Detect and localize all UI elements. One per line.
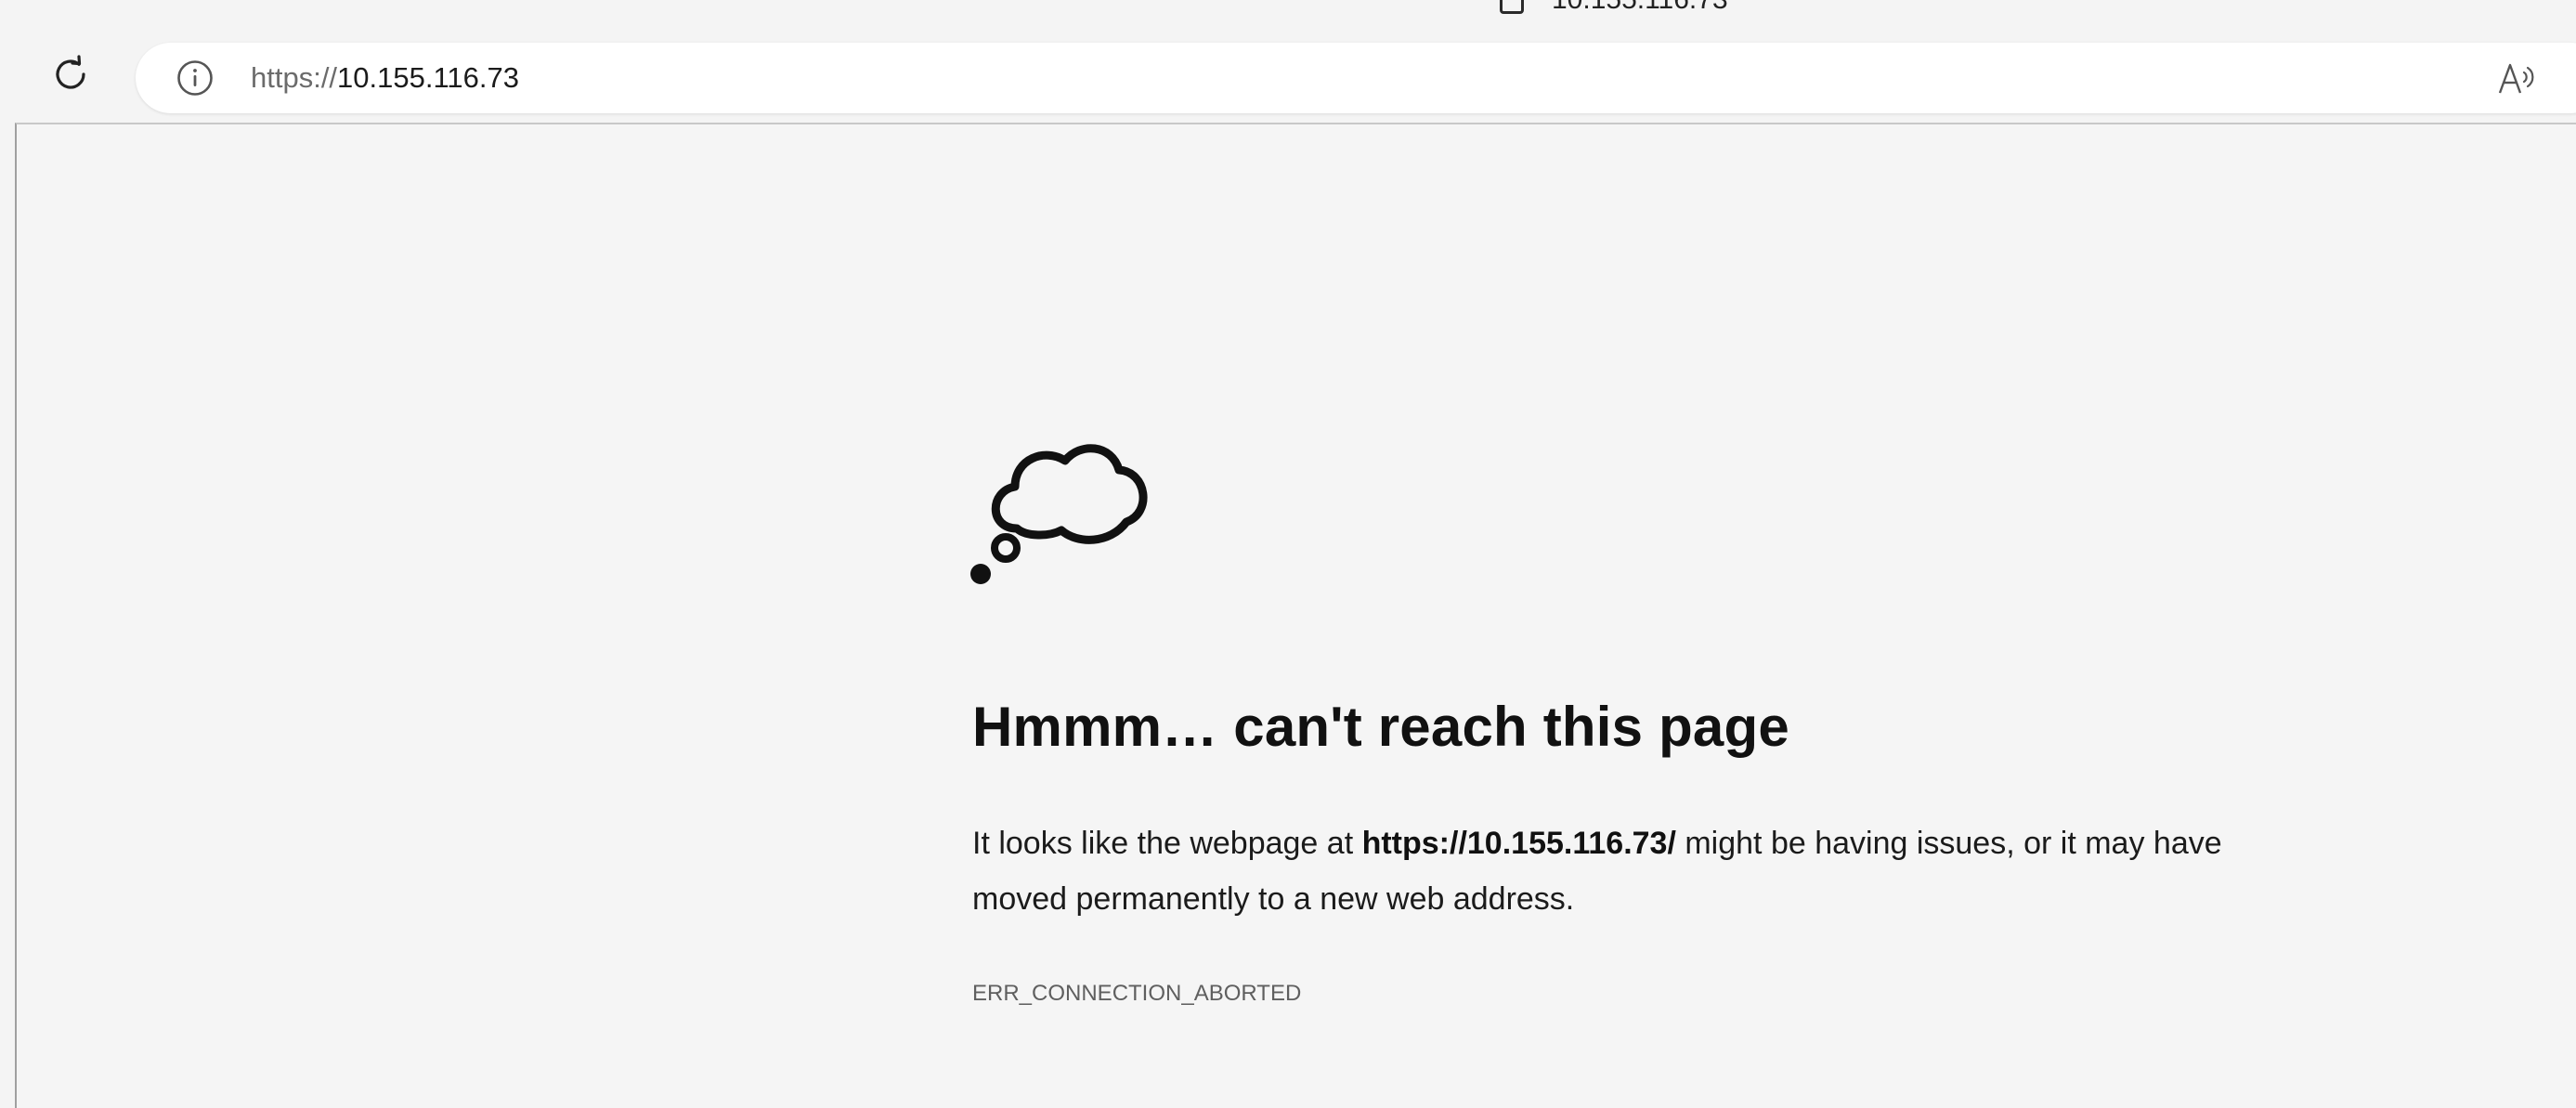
read-aloud-button[interactable] [2494, 58, 2539, 98]
thought-bubble-icon [970, 444, 1148, 584]
error-description: It looks like the webpage at https://10.… [972, 815, 2291, 927]
url-field[interactable]: https://10.155.116.73 [251, 43, 519, 113]
tab-strip: 10.155.116.73 [0, 0, 2576, 22]
error-description-prefix: It looks like the webpage at [972, 826, 1362, 861]
browser-tab[interactable]: 10.155.116.73 [1500, 0, 1728, 15]
refresh-button[interactable] [46, 50, 95, 98]
page-icon [1500, 0, 1524, 14]
info-icon [177, 60, 213, 96]
tab-title: 10.155.116.73 [1552, 0, 1728, 16]
error-heading: Hmmm… can't reach this page [972, 696, 1789, 758]
site-info-button[interactable] [175, 58, 215, 98]
address-bar[interactable]: https://10.155.116.73 [136, 43, 2576, 113]
url-host: 10.155.116.73 [337, 61, 519, 94]
error-code: ERR_CONNECTION_ABORTED [972, 981, 1302, 1006]
read-aloud-icon [2498, 63, 2534, 94]
error-url: https://10.155.116.73/ [1361, 826, 1676, 861]
url-scheme: https:// [251, 61, 338, 94]
page-content: Hmmm… can't reach this page It looks lik… [15, 123, 2576, 1108]
refresh-icon [56, 55, 85, 89]
browser-toolbar: https://10.155.116.73 [0, 22, 2576, 123]
